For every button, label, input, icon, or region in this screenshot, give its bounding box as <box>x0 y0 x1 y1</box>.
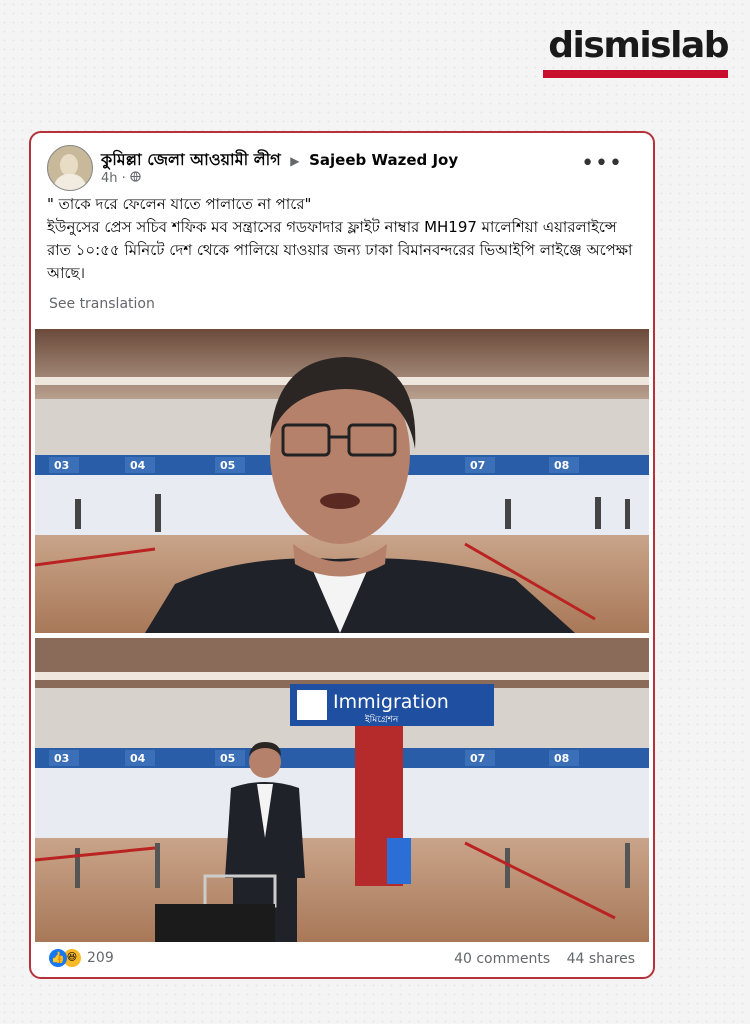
svg-text:ইমিগ্রেশন: ইমিগ্রেশন <box>364 714 399 725</box>
facebook-post-card: কুমিল্লা জেলা আওয়ামী লীগ ▶ Sajeeb Wazed… <box>29 131 655 979</box>
airport-immigration-photo: 03 04 05 07 08 Immigration ইমিগ্রেশন <box>35 638 649 942</box>
dismislab-logo: dismislab <box>543 25 730 78</box>
svg-text:03: 03 <box>54 752 69 765</box>
logo-text: dismislab <box>548 25 729 66</box>
post-image-closeup[interactable]: 03 04 05 07 08 <box>35 329 649 633</box>
post-text: ইউনুসের প্রেস সচিব শফিক মব সন্ত্রাসের গড… <box>47 218 633 282</box>
svg-text:08: 08 <box>554 752 569 765</box>
logo-underline <box>543 70 728 78</box>
reaction-count: 209 <box>87 950 114 966</box>
shares-count-link[interactable]: 44 shares <box>567 951 635 967</box>
see-translation-link[interactable]: See translation <box>49 296 155 312</box>
svg-text:05: 05 <box>220 752 235 765</box>
svg-text:07: 07 <box>470 459 485 472</box>
post-author: কুমিল্লা জেলা আওয়ামী লীগ ▶ Sajeeb Wazed… <box>101 147 458 174</box>
airport-closeup-photo: 03 04 05 07 08 <box>35 329 649 633</box>
post-time[interactable]: 4h <box>101 171 118 186</box>
avatar[interactable] <box>47 145 93 191</box>
svg-text:08: 08 <box>554 459 569 472</box>
svg-text:04: 04 <box>130 752 146 765</box>
svg-text:03: 03 <box>54 459 69 472</box>
svg-text:04: 04 <box>130 459 146 472</box>
reactions-summary[interactable]: 👍 😆 209 <box>49 949 114 967</box>
svg-text:Immigration: Immigration <box>333 691 449 713</box>
page-name-link[interactable]: Sajeeb Wazed Joy <box>309 151 458 169</box>
post-image-luggage[interactable]: 03 04 05 07 08 Immigration ইমিগ্রেশন <box>35 638 649 942</box>
group-name-link[interactable]: কুমিল্লা জেলা আওয়ামী লীগ <box>101 150 281 169</box>
engagement-stats: 40 comments 44 shares <box>454 951 635 967</box>
comments-count-link[interactable]: 40 comments <box>454 951 550 967</box>
like-reaction-icon: 👍 <box>49 949 67 967</box>
svg-text:07: 07 <box>470 752 485 765</box>
globe-icon <box>130 171 141 186</box>
triangle-right-icon: ▶ <box>290 154 300 168</box>
more-options-icon[interactable]: ••• <box>581 151 623 176</box>
post-quote: " তাকে দরে ফেলেন যাতে পালাতে না পারে" <box>47 195 312 213</box>
post-header: কুমিল্লা জেলা আওয়ামী লীগ ▶ Sajeeb Wazed… <box>47 145 637 191</box>
post-footer: 👍 😆 209 40 comments 44 shares <box>31 943 653 977</box>
post-body: " তাকে দরে ফেলেন যাতে পালাতে না পারে" ইউ… <box>47 193 637 285</box>
svg-text:05: 05 <box>220 459 235 472</box>
post-meta: 4h · <box>101 171 141 186</box>
